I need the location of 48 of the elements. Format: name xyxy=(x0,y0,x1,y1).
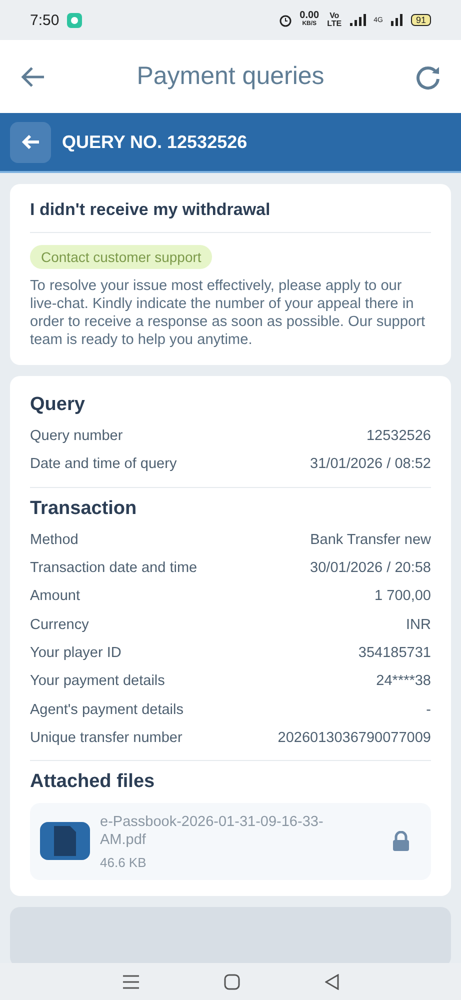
row-value: 30/01/2026 / 20:58 xyxy=(310,560,431,576)
issue-message: To resolve your issue most effectively, please apply to our live-chat. Kindly indicate the number of your appeal there in order to receive a response as soon as possible. Our support team is ready to help you anytime. xyxy=(30,277,426,349)
row-label: Unique transfer number xyxy=(30,730,182,746)
row-label: Query number xyxy=(30,428,123,444)
row-label: Date and time of query xyxy=(30,456,177,472)
row-label: Agent's payment details xyxy=(30,702,184,718)
back-button[interactable] xyxy=(10,122,51,162)
row-label: Amount xyxy=(30,588,80,604)
clock-time: 7:50 xyxy=(30,12,60,28)
row-value: 2026013036790077009 xyxy=(278,730,431,746)
row-value: 12532526 xyxy=(366,428,431,444)
row-label: Your payment details xyxy=(30,673,165,690)
row-label: Your player ID xyxy=(30,644,122,661)
file-item[interactable]: e-Passbook-2026-01-31-09-16-33-AM.pdf 46.6 KB xyxy=(30,802,431,880)
status-badge: Contact customer support xyxy=(30,245,212,269)
row-label: Transaction date and time xyxy=(30,560,198,576)
alarm-icon xyxy=(278,14,292,26)
file-size: 46.6 KB xyxy=(100,854,148,870)
back-button[interactable] xyxy=(20,66,46,88)
section-title: Query xyxy=(30,394,86,416)
row-value: INR xyxy=(406,616,431,633)
file-name: e-Passbook-2026-01-31-09-16-33-AM.pdf xyxy=(100,812,324,849)
signal-icon xyxy=(390,14,403,26)
home-icon[interactable] xyxy=(224,974,240,990)
row-value: 1 700,00 xyxy=(374,588,431,604)
row-label: Currency xyxy=(30,616,89,633)
row-value: - xyxy=(426,702,431,718)
chat-icon xyxy=(67,12,82,28)
row-value: 354185731 xyxy=(358,644,431,661)
issue-title: I didn't receive my withdrawal xyxy=(30,200,431,233)
row-label: Method xyxy=(30,532,78,548)
section-title: Attached files xyxy=(30,770,156,793)
back-icon[interactable] xyxy=(324,974,338,990)
battery-level: 91 xyxy=(410,14,431,26)
row-value: Bank Transfer new xyxy=(310,532,431,548)
signal-icon xyxy=(350,14,366,26)
speed-value: 0.00 xyxy=(300,12,320,20)
volte-label: Vo xyxy=(330,12,340,20)
document-icon xyxy=(40,822,90,860)
query-title: QUERY NO. 12532526 xyxy=(62,132,248,152)
row-value: 24****38 xyxy=(376,673,431,690)
page-title: Payment queries xyxy=(136,62,324,91)
section-title: Transaction xyxy=(30,498,138,520)
volte-label: LTE xyxy=(327,20,342,28)
row-value: 31/01/2026 / 08:52 xyxy=(310,456,431,472)
menu-icon[interactable] xyxy=(122,974,138,988)
refresh-button[interactable] xyxy=(414,64,441,90)
back-arrow-icon xyxy=(22,135,40,149)
